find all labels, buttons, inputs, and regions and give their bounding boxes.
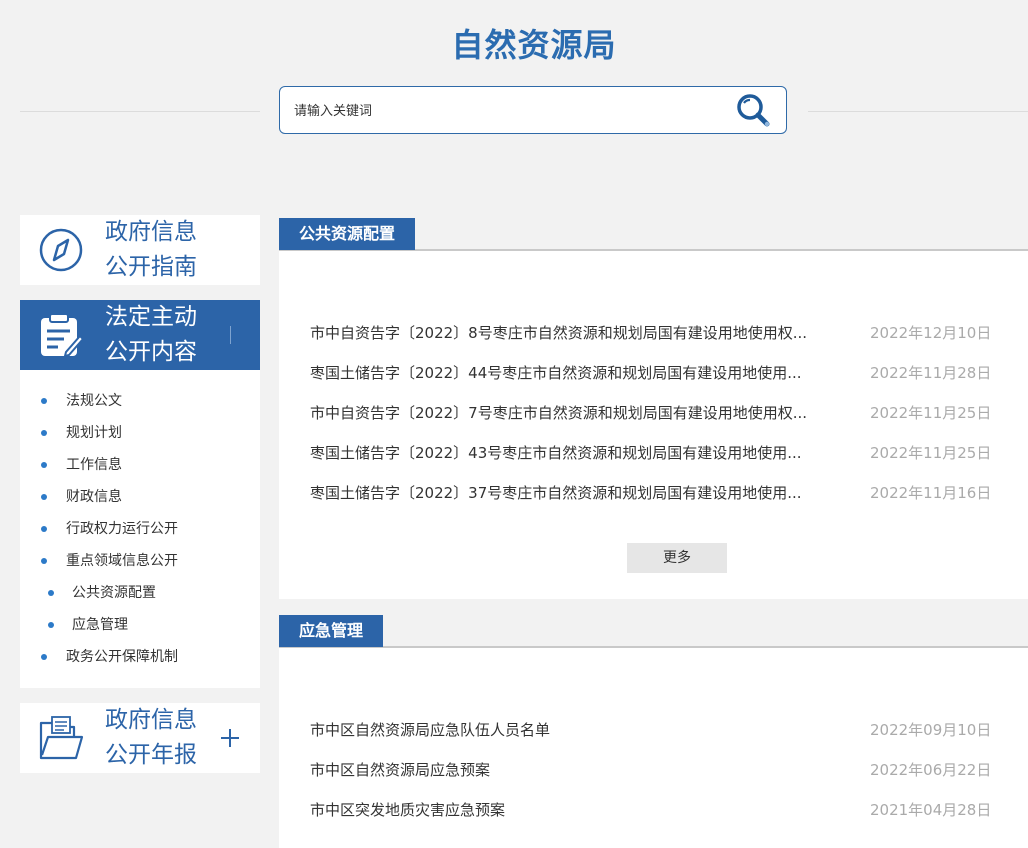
list-item[interactable]: 市中区自然资源局应急队伍人员名单 2022年09月10日: [310, 718, 1000, 742]
bullet-icon: [48, 590, 54, 596]
sidebar-item-label: 应急管理: [72, 617, 128, 633]
sidebar-card-guide[interactable]: 政府信息 公开指南: [20, 215, 260, 285]
sidebar-item[interactable]: 行政权力运行公开: [20, 516, 260, 548]
sidebar-item-label: 财政信息: [66, 489, 122, 505]
sidebar-nav: 法规公文规划计划工作信息财政信息行政权力运行公开 重点领域信息公开公共资源配置 应急…: [20, 370, 260, 688]
sidebar-item-label: 工作信息: [66, 457, 122, 473]
annual-title-line2: 公开年报: [105, 742, 197, 768]
annual-title: 政府信息 公开年报: [105, 703, 225, 773]
sidebar-item-label: 行政权力运行公开: [66, 521, 178, 537]
list-item-date: 2022年11月25日: [870, 404, 992, 422]
sidebar-item[interactable]: 应急管理: [20, 612, 260, 644]
plus-icon[interactable]: [220, 728, 240, 748]
header-divider-left: [20, 111, 260, 112]
search-icon: [737, 94, 770, 127]
list-item[interactable]: 市中自资告字〔2022〕8号枣庄市自然资源和规划局国有建设用地使用权... 202…: [310, 321, 1000, 345]
folder-icon: [39, 716, 84, 760]
legal-title: 法定主动 公开内容: [105, 300, 225, 370]
sidebar-item-label: 重点领域信息公开: [66, 553, 178, 569]
legal-title-line2: 公开内容: [105, 339, 197, 365]
list-item-title[interactable]: 市中自资告字〔2022〕8号枣庄市自然资源和规划局国有建设用地使用权...: [310, 321, 840, 345]
sidebar-item[interactable]: 法规公文: [20, 388, 260, 420]
list-item-date: 2022年11月16日: [870, 484, 992, 502]
sidebar-item[interactable]: 工作信息: [20, 452, 260, 484]
tab-emergency[interactable]: 应急管理: [279, 615, 384, 647]
sidebar-item-label: 公共资源配置: [72, 585, 156, 601]
list-item-date: 2022年06月22日: [870, 761, 992, 779]
bullet-icon: [41, 494, 47, 500]
search-button[interactable]: [734, 92, 774, 130]
sidebar-item[interactable]: 政务公开保障机制: [20, 644, 260, 676]
list-item-title[interactable]: 市中自资告字〔2022〕7号枣庄市自然资源和规划局国有建设用地使用权...: [310, 401, 840, 425]
legal-title-line1: 法定主动: [105, 304, 197, 330]
list-item-date: 2021年04月28日: [870, 801, 992, 819]
sidebar-nav-list: 法规公文规划计划工作信息财政信息行政权力运行公开 重点领域信息公开公共资源配置 应急…: [20, 388, 260, 676]
list-item-date: 2022年11月25日: [870, 444, 992, 462]
list-item-title[interactable]: 枣国土储告字〔2022〕44号枣庄市自然资源和规划局国有建设用地使用...: [310, 361, 840, 385]
bullet-icon: [41, 430, 47, 436]
list-item[interactable]: 市中自资告字〔2022〕7号枣庄市自然资源和规划局国有建设用地使用权... 202…: [310, 401, 1000, 425]
sidebar-item[interactable]: 重点领域信息公开: [20, 548, 260, 580]
bullet-icon: [48, 622, 54, 628]
list-item[interactable]: 市中区突发地质灾害应急预案 2021年04月28日: [310, 798, 1000, 822]
list-item-date: 2022年12月10日: [870, 324, 992, 342]
bullet-icon: [41, 654, 47, 660]
sidebar-item[interactable]: 公共资源配置: [20, 580, 260, 612]
search-box: [279, 86, 787, 134]
public-resources-panel: 市中自资告字〔2022〕8号枣庄市自然资源和规划局国有建设用地使用权... 202…: [279, 249, 1028, 599]
list-item[interactable]: 枣国土储告字〔2022〕44号枣庄市自然资源和规划局国有建设用地使用... 202…: [310, 361, 1000, 385]
list-item-title[interactable]: 市中区自然资源局应急预案: [310, 758, 840, 782]
list-item-date: 2022年11月28日: [870, 364, 992, 382]
guide-title-line1: 政府信息: [105, 219, 197, 245]
list-item-date: 2022年09月10日: [870, 721, 992, 739]
list-item-title[interactable]: 市中区自然资源局应急队伍人员名单: [310, 718, 840, 742]
sidebar-item-label: 政务公开保障机制: [66, 649, 178, 665]
bullet-icon: [41, 526, 47, 532]
sidebar-item[interactable]: 财政信息: [20, 484, 260, 516]
bullet-icon: [41, 398, 47, 404]
guide-title-line2: 公开指南: [105, 254, 197, 280]
list-item-title[interactable]: 枣国土储告字〔2022〕37号枣庄市自然资源和规划局国有建设用地使用...: [310, 481, 840, 505]
compass-icon: [39, 228, 83, 272]
site-title: 自然资源局: [451, 26, 617, 64]
sidebar-item-label: 规划计划: [66, 425, 122, 441]
more-button[interactable]: 更多: [627, 543, 727, 573]
sidebar-item[interactable]: 规划计划: [20, 420, 260, 452]
bullet-icon: [41, 462, 47, 468]
list-item[interactable]: 枣国土储告字〔2022〕43号枣庄市自然资源和规划局国有建设用地使用... 202…: [310, 441, 1000, 465]
sidebar-item-label: 法规公文: [66, 393, 122, 409]
tab-public-resources[interactable]: 公共资源配置: [279, 218, 416, 250]
emergency-panel: 市中区自然资源局应急队伍人员名单 2022年09月10日市中区自然资源局应急预案 2…: [279, 646, 1028, 848]
sidebar-card-annual[interactable]: 政府信息 公开年报: [20, 703, 260, 773]
header-divider-right: [808, 111, 1028, 112]
legal-divider: [230, 326, 231, 344]
sidebar-card-legal[interactable]: 法定主动 公开内容: [20, 300, 260, 370]
list-item[interactable]: 枣国土储告字〔2022〕37号枣庄市自然资源和规划局国有建设用地使用... 202…: [310, 481, 1000, 505]
search-input[interactable]: [292, 99, 716, 123]
list-item-title[interactable]: 枣国土储告字〔2022〕43号枣庄市自然资源和规划局国有建设用地使用...: [310, 441, 840, 465]
bullet-icon: [41, 558, 47, 564]
list-item-title[interactable]: 市中区突发地质灾害应急预案: [310, 798, 840, 822]
clipboard-icon: [41, 313, 84, 358]
list-item[interactable]: 市中区自然资源局应急预案 2022年06月22日: [310, 758, 1000, 782]
guide-title: 政府信息 公开指南: [105, 215, 225, 285]
annual-title-line1: 政府信息: [105, 707, 197, 733]
